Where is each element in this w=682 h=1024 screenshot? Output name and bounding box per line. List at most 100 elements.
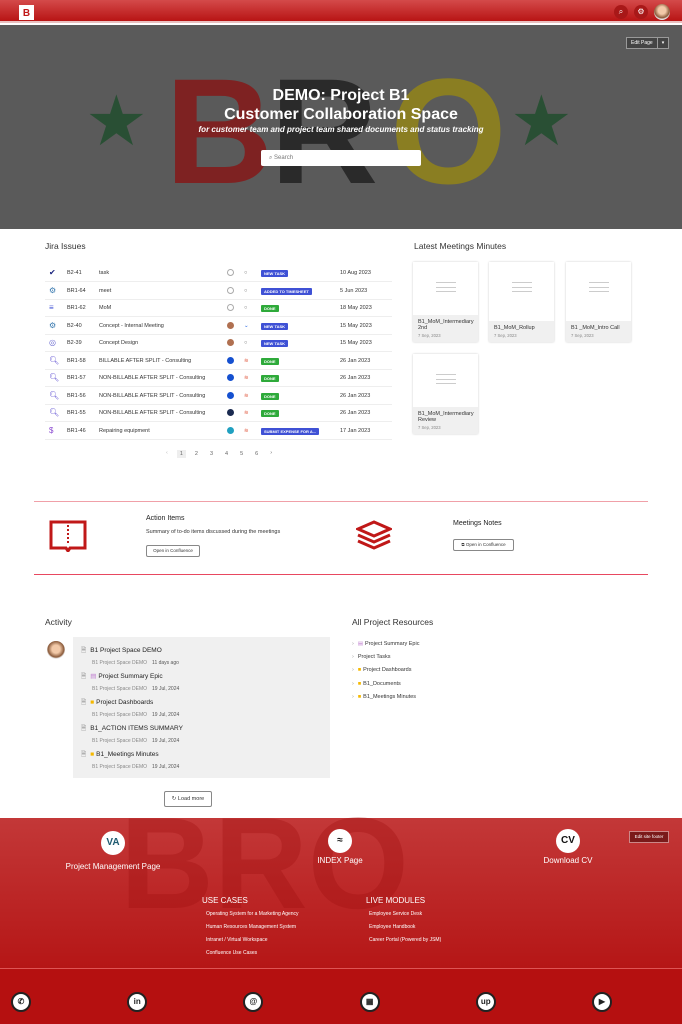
issue-key[interactable]: BR1-64: [67, 288, 86, 294]
pagination-prev[interactable]: ‹: [166, 450, 168, 458]
page-5[interactable]: 5: [237, 450, 246, 458]
issue-summary[interactable]: Repairing equipment: [99, 428, 150, 434]
footer-link-icon-1[interactable]: ≈: [328, 829, 352, 853]
table-row[interactable]: 🔍︎ BR1-57 NON-BILLABLE AFTER SPLIT - Consu…: [45, 370, 392, 387]
activity-title[interactable]: Project Dashboards: [96, 699, 153, 706]
activity-title[interactable]: B1 Project Space DEMO: [90, 647, 162, 654]
resource-label[interactable]: B1_Documents: [363, 681, 401, 687]
issue-summary[interactable]: Concept - Internal Meeting: [99, 323, 164, 329]
use-case-link[interactable]: Human Resources Management System: [206, 924, 296, 930]
calendar-icon[interactable]: ▦: [359, 992, 380, 1012]
gear-icon[interactable]: ⚙: [634, 5, 648, 19]
table-row[interactable]: 🔍︎ BR1-58 BILLABLE AFTER SPLIT - Consultin…: [45, 353, 392, 370]
page-4[interactable]: 4: [222, 450, 231, 458]
activity-item[interactable]: 🗎 ▤ Project Summary Epic B1 Project Space D…: [81, 672, 179, 692]
activity-space: B1 Project Space DEMO: [92, 660, 148, 666]
table-row[interactable]: 🔍︎ BR1-55 NON-BILLABLE AFTER SPLIT - Consu…: [45, 405, 392, 422]
chevron-down-icon[interactable]: ▾: [656, 38, 669, 48]
search-icon[interactable]: ⌕: [614, 5, 628, 19]
issue-summary[interactable]: NON-BILLABLE AFTER SPLIT - Consulting: [99, 393, 205, 399]
issue-summary[interactable]: MoM: [99, 305, 111, 311]
activity-item[interactable]: 🗎 B1_ACTION ITEMS SUMMARY B1 Project Space…: [81, 724, 183, 744]
activity-title[interactable]: B1_Meetings Minutes: [96, 751, 159, 758]
site-logo[interactable]: B: [19, 5, 34, 20]
card-date: 7 Sep, 2023: [571, 333, 594, 338]
issue-key[interactable]: B2-41: [67, 270, 82, 276]
resource-tree-item[interactable]: › ■ B1_Meetings Minutes: [352, 694, 416, 700]
assignee-avatar: [227, 409, 234, 416]
issue-summary[interactable]: task: [99, 270, 109, 276]
resource-tree-item[interactable]: › Project Tasks: [352, 654, 390, 660]
use-case-link[interactable]: Operating System for a Marketing Agency: [206, 911, 299, 917]
youtube-icon[interactable]: ▶: [592, 992, 612, 1012]
activity-item[interactable]: 🗎 B1 Project Space DEMO B1 Project Space D…: [81, 646, 179, 666]
issue-summary[interactable]: NON-BILLABLE AFTER SPLIT - Consulting: [99, 375, 205, 381]
live-module-link[interactable]: Employee Service Desk: [369, 911, 422, 917]
footer-link-icon-2[interactable]: CV: [556, 829, 580, 853]
table-row[interactable]: ⚙ BR1-64 meet ○ ADDED TO TIMESHEET 5 Jun 2023: [45, 283, 392, 300]
table-row[interactable]: $ BR1-46 Repairing equipment ≋ SUBMIT EXPENS…: [45, 423, 392, 440]
issue-summary[interactable]: meet: [99, 288, 111, 294]
footer-link[interactable]: Download CV: [498, 856, 638, 865]
meeting-card[interactable]: B1 _MoM_Intro Call 7 Sep, 2023: [566, 262, 631, 342]
edit-page-button[interactable]: Edit Page ▾: [626, 37, 670, 49]
meeting-card[interactable]: B1_MoM_Rollup 7 Sep, 2023: [489, 262, 554, 342]
issue-key[interactable]: B2-39: [67, 340, 82, 346]
whatsapp-icon[interactable]: ✆: [11, 992, 31, 1012]
resource-tree-item[interactable]: › ■ B1_Documents: [352, 681, 401, 687]
search-input[interactable]: ⌕ Search: [261, 150, 421, 166]
meeting-card[interactable]: B1_MoM_Intermediary Review 7 Sep, 2023: [413, 354, 478, 434]
open-action-items-button[interactable]: Open in Confluence: [146, 545, 200, 557]
page-1[interactable]: 1: [176, 450, 186, 458]
table-row[interactable]: ✔ B2-41 task ○ NEW TASK 10 Aug 2023: [45, 265, 392, 282]
issue-key[interactable]: BR1-55: [67, 410, 86, 416]
chevron-right-icon[interactable]: ›: [352, 667, 354, 673]
activity-title[interactable]: Project Summary Epic: [98, 673, 162, 680]
footer-link-icon-0[interactable]: VA: [101, 831, 125, 855]
footer-link[interactable]: INDEX Page: [270, 856, 410, 865]
pagination-next[interactable]: ›: [270, 450, 272, 458]
issue-key[interactable]: BR1-46: [67, 428, 86, 434]
table-row[interactable]: ≡ BR1-62 MoM ○ DONE 18 May 2023: [45, 300, 392, 317]
issue-key[interactable]: B2-40: [67, 323, 82, 329]
issue-key[interactable]: BR1-62: [67, 305, 86, 311]
page-3[interactable]: 3: [207, 450, 216, 458]
page-2[interactable]: 2: [192, 450, 201, 458]
table-row[interactable]: ◎ B2-39 Concept Design ○ NEW TASK 15 May 2023: [45, 335, 392, 352]
chevron-right-icon[interactable]: ›: [352, 654, 354, 660]
status-badge: DONE: [261, 410, 279, 417]
use-case-link[interactable]: Intranet / Virtual Workspace: [206, 937, 268, 943]
live-module-link[interactable]: Employee Handbook: [369, 924, 415, 930]
issue-summary[interactable]: Concept Design: [99, 340, 138, 346]
activity-time: 19 Jul, 2024: [152, 738, 180, 744]
page-6[interactable]: 6: [252, 450, 261, 458]
resource-label[interactable]: Project Dashboards: [363, 667, 411, 673]
meeting-card[interactable]: B1_MoM_Intermediary 2nd 7 Sep, 2023: [413, 262, 478, 342]
activity-item[interactable]: 🗎 ■ B1_Meetings Minutes B1 Project Space DE…: [81, 750, 179, 770]
resource-label[interactable]: Project Summary Epic: [365, 641, 419, 647]
resource-tree-item[interactable]: › ■ Project Dashboards: [352, 667, 411, 673]
chevron-right-icon[interactable]: ›: [352, 694, 354, 700]
issue-summary[interactable]: BILLABLE AFTER SPLIT - Consulting: [99, 358, 191, 364]
chevron-right-icon[interactable]: ›: [352, 641, 354, 647]
table-row[interactable]: ⚙ B2-40 Concept - Internal Meeting ⌄ NEW TAS…: [45, 318, 392, 335]
activity-title[interactable]: B1_ACTION ITEMS SUMMARY: [90, 725, 183, 732]
resource-label[interactable]: Project Tasks: [358, 654, 391, 660]
issue-summary[interactable]: NON-BILLABLE AFTER SPLIT - Consulting: [99, 410, 205, 416]
issue-key[interactable]: BR1-56: [67, 393, 86, 399]
upwork-icon[interactable]: up: [475, 992, 496, 1012]
table-row[interactable]: 🔍︎ BR1-56 NON-BILLABLE AFTER SPLIT - Consu…: [45, 388, 392, 405]
issue-key[interactable]: BR1-58: [67, 358, 86, 364]
chevron-right-icon[interactable]: ›: [352, 681, 354, 687]
live-module-link[interactable]: Career Portal (Powered by JSM): [369, 937, 441, 943]
activity-meta: B1 Project Space DEMO 19 Jul, 2024: [81, 738, 183, 744]
resource-label[interactable]: B1_Meetings Minutes: [363, 694, 416, 700]
user-avatar[interactable]: [654, 4, 670, 20]
edit-site-footer-button[interactable]: Edit site footer: [629, 831, 669, 843]
open-meeting-notes-button[interactable]: ⧉ Open in Confluence: [453, 539, 514, 551]
activity-item[interactable]: 🗎 ■ Project Dashboards B1 Project Space DEM…: [81, 698, 179, 718]
resource-tree-item[interactable]: › ▤ Project Summary Epic: [352, 641, 419, 647]
footer-link[interactable]: Project Management Page: [43, 862, 183, 871]
issue-key[interactable]: BR1-57: [67, 375, 86, 381]
use-case-link[interactable]: Confluence Use Cases: [206, 950, 257, 956]
